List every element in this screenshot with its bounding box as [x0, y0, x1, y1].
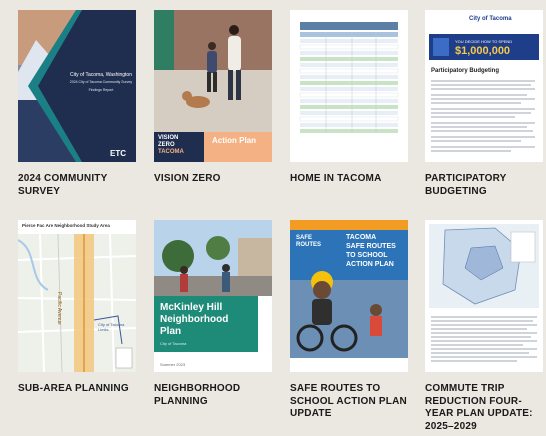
label-home-in-tacoma: HOME IN TACOMA	[290, 173, 382, 184]
cover-participatory-budgeting[interactable]: City of Tacoma YOU DECIDE HOW TO SPEND $…	[425, 10, 543, 162]
cover-sub-area-planning[interactable]: Pierce Fac Are Neighborhood Study Area P…	[18, 220, 136, 372]
safe-routes-badge-2: ROUTES	[296, 242, 322, 248]
safe-routes-title-2: SAFE ROUTES	[346, 243, 396, 250]
map-city-label: City of Tacoma Limits	[98, 322, 125, 332]
vision-zero-plan-text: Action Plan	[212, 136, 257, 145]
neighborhood-title-2: Neighborhood	[160, 314, 229, 325]
survey-heading-2: 2024 City of Tacoma Community Survey	[69, 80, 133, 84]
neighborhood-title-3: Plan	[160, 326, 182, 337]
neighborhood-footer: Summer 2023	[160, 362, 186, 367]
label-participatory-budgeting: PARTICIPATORY BUDGETING	[425, 173, 507, 197]
cover-commute-trip-reduction[interactable]	[425, 220, 543, 372]
label-safe-routes: SAFE ROUTES TO SCHOOL ACTION PLAN UPDATE	[290, 383, 407, 419]
community-survey-cover-art	[18, 10, 136, 162]
commute-trip-map-art	[425, 220, 543, 372]
cover-vision-zero[interactable]: VISION ZERO TACOMA Action Plan	[154, 10, 272, 162]
map-title: Pierce Fac Are Neighborhood Study Area	[22, 223, 110, 228]
map-street-label: Pacific Avenue	[56, 292, 62, 325]
label-vision-zero: VISION ZERO	[154, 173, 221, 184]
sub-area-map-art	[18, 220, 136, 372]
cover-home-in-tacoma[interactable]	[290, 10, 408, 162]
participatory-budgeting-art	[425, 10, 543, 162]
neighborhood-cover-art	[154, 220, 272, 372]
safe-routes-title-3: TO SCHOOL	[346, 252, 388, 259]
safe-routes-title-1: TACOMA	[346, 234, 377, 241]
budget-heading: Participatory Budgeting	[431, 68, 500, 74]
survey-heading-3: Findings Report	[88, 88, 114, 92]
cover-community-survey[interactable]: City of Tacoma, Washington 2024 City of …	[18, 10, 136, 162]
budget-banner-amount: $1,000,000	[455, 45, 511, 57]
home-in-tacoma-table-art	[290, 10, 408, 162]
label-neighborhood-planning: NEIGHBORHOOD PLANNING	[154, 383, 241, 407]
vision-zero-logo-2: ZERO	[158, 142, 175, 148]
cover-neighborhood-planning[interactable]: McKinley Hill Neighborhood Plan City of …	[154, 220, 272, 372]
label-sub-area-planning: SUB-AREA PLANNING	[18, 383, 129, 394]
label-commute-trip-reduction: COMMUTE TRIP REDUCTION FOUR-YEAR PLAN UP…	[425, 383, 533, 432]
etc-logo: ETC	[110, 149, 126, 158]
tacoma-brand: City of Tacoma	[469, 16, 512, 22]
survey-heading-1: City of Tacoma, Washington	[70, 72, 132, 78]
vision-zero-logo-1: VISION	[158, 135, 179, 141]
label-community-survey: 2024 COMMUNITY SURVEY	[18, 173, 108, 197]
neighborhood-title-1: McKinley Hill	[160, 302, 223, 313]
safe-routes-badge-1: SAFE	[296, 235, 313, 241]
cover-safe-routes[interactable]: SAFE ROUTES TACOMA SAFE ROUTES TO SCHOOL…	[290, 220, 408, 372]
document-grid: City of Tacoma, Washington 2024 City of …	[0, 0, 546, 436]
neighborhood-subtitle: City of Tacoma	[160, 341, 187, 346]
safe-routes-title-4: ACTION PLAN	[346, 261, 394, 268]
vision-zero-logo-3: TACOMA	[158, 149, 184, 155]
budget-banner-text: YOU DECIDE HOW TO SPEND	[455, 39, 513, 44]
